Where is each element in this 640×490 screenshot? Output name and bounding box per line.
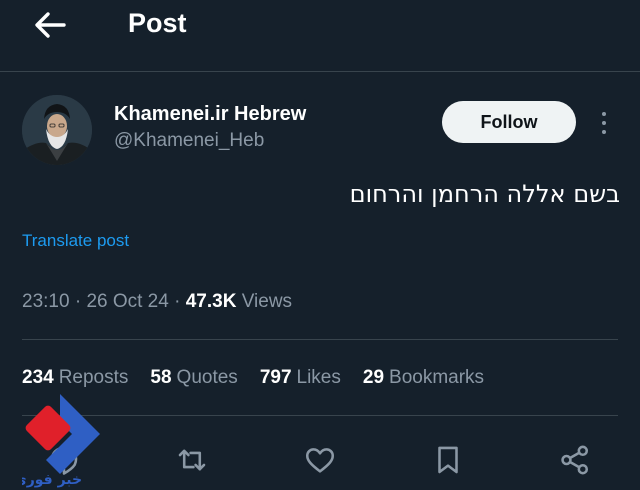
repost-button[interactable] <box>170 438 214 482</box>
like-button[interactable] <box>298 438 342 482</box>
watermark-logo: خبر فوری <box>14 388 106 488</box>
back-button[interactable] <box>30 8 70 42</box>
more-options-button[interactable] <box>592 108 616 138</box>
stat-likes[interactable]: 797 Likes <box>260 367 341 389</box>
stat-bookmarks[interactable]: 29 Bookmarks <box>363 367 484 389</box>
divider <box>22 415 618 416</box>
stat-label: Bookmarks <box>389 367 485 388</box>
more-dot-icon <box>602 130 606 134</box>
more-dot-icon <box>602 112 606 116</box>
stat-label: Reposts <box>58 367 129 388</box>
translate-post-link[interactable]: Translate post <box>22 231 129 251</box>
stat-quotes[interactable]: 58 Quotes <box>150 367 237 389</box>
bookmark-icon <box>438 446 458 474</box>
stat-count: 234 <box>22 367 54 388</box>
avatar-image <box>22 95 92 165</box>
avatar[interactable] <box>22 95 92 165</box>
arrow-left-icon <box>35 12 66 38</box>
page-title: Post <box>128 8 187 38</box>
author-display-name[interactable]: Khamenei.ir Hebrew <box>114 103 306 126</box>
share-icon <box>561 445 589 475</box>
post-stats: 234 Reposts 58 Quotes 797 Likes 29 Bookmarks <box>22 367 484 389</box>
share-button[interactable] <box>553 438 597 482</box>
stat-label: Quotes <box>176 367 238 388</box>
news-logo-icon: خبر فوری <box>14 394 100 488</box>
more-dot-icon <box>602 121 606 125</box>
top-bar: Post <box>0 0 640 72</box>
post-meta: 23:10 · 26 Oct 24 · 47.3K Views <box>22 291 292 313</box>
meta-separator: · <box>174 291 186 312</box>
stat-count: 58 <box>150 367 172 388</box>
watermark-text: خبر فوری <box>22 472 82 488</box>
stat-count: 29 <box>362 367 385 388</box>
stat-reposts[interactable]: 234 Reposts <box>22 367 128 389</box>
follow-button[interactable]: Follow <box>442 101 576 143</box>
post-text: בשם אללה הרחמן והרחום <box>349 180 620 208</box>
views-count: 47.3K <box>185 291 237 312</box>
views-label: Views <box>241 291 293 312</box>
bookmark-button[interactable] <box>426 438 470 482</box>
post-time[interactable]: 23:10 <box>22 291 70 312</box>
repost-icon <box>178 449 206 471</box>
post-date[interactable]: 26 Oct 24 <box>86 291 168 312</box>
meta-separator: · <box>74 291 87 312</box>
like-icon <box>305 448 335 473</box>
stat-count: 797 <box>259 367 292 388</box>
divider <box>22 339 618 340</box>
stat-label: Likes <box>296 367 341 388</box>
author-handle[interactable]: @Khamenei_Heb <box>114 130 264 152</box>
